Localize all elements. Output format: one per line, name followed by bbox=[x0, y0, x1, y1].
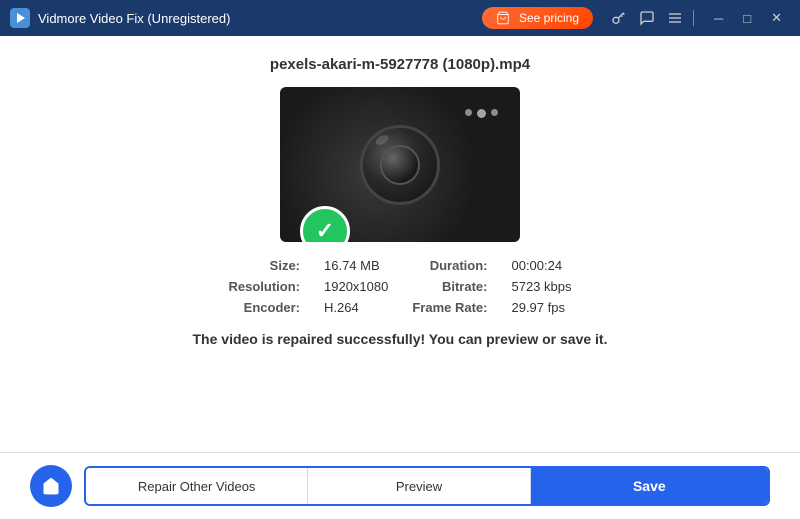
framerate-value: 29.97 fps bbox=[511, 300, 571, 315]
window-controls: ─ □ ✕ bbox=[706, 8, 790, 28]
home-button[interactable] bbox=[30, 465, 72, 507]
key-icon bbox=[611, 10, 627, 26]
video-filename: pexels-akari-m-5927778 (1080p).mp4 bbox=[270, 56, 530, 73]
duration-label: Duration: bbox=[412, 258, 487, 273]
chat-icon-button[interactable] bbox=[633, 6, 661, 30]
lens-inner bbox=[380, 145, 420, 185]
see-pricing-button[interactable]: See pricing bbox=[482, 7, 593, 29]
repair-other-videos-button[interactable]: Repair Other Videos bbox=[86, 468, 308, 504]
maximize-button[interactable]: □ bbox=[735, 9, 759, 28]
resolution-value: 1920x1080 bbox=[324, 279, 388, 294]
encoder-value: H.264 bbox=[324, 300, 388, 315]
framerate-label: Frame Rate: bbox=[412, 300, 487, 315]
menu-icon bbox=[667, 10, 683, 26]
bokeh-dot-1 bbox=[465, 109, 472, 116]
bitrate-label: Bitrate: bbox=[412, 279, 487, 294]
see-pricing-label: See pricing bbox=[519, 11, 579, 25]
minimize-button[interactable]: ─ bbox=[706, 9, 731, 28]
home-icon bbox=[41, 476, 61, 496]
app-title: Vidmore Video Fix (Unregistered) bbox=[38, 11, 482, 26]
size-value: 16.74 MB bbox=[324, 258, 388, 273]
titlebar-separator bbox=[693, 10, 694, 26]
bokeh-dot-2 bbox=[477, 109, 486, 118]
bottom-bar: Repair Other Videos Preview Save bbox=[0, 452, 800, 519]
video-info-grid: Size: 16.74 MB Duration: 00:00:24 Resolu… bbox=[229, 258, 572, 315]
close-button[interactable]: ✕ bbox=[763, 8, 790, 28]
bokeh-dots bbox=[465, 109, 498, 118]
save-button[interactable]: Save bbox=[531, 468, 768, 504]
encoder-label: Encoder: bbox=[229, 300, 301, 315]
titlebar: Vidmore Video Fix (Unregistered) See pri… bbox=[0, 0, 800, 36]
lens-highlight bbox=[374, 133, 390, 147]
main-content: pexels-akari-m-5927778 (1080p).mp4 ✓ Siz… bbox=[0, 36, 800, 452]
bitrate-value: 5723 kbps bbox=[511, 279, 571, 294]
check-icon: ✓ bbox=[316, 220, 334, 242]
action-buttons-group: Repair Other Videos Preview Save bbox=[84, 466, 770, 506]
success-message: The video is repaired successfully! You … bbox=[193, 331, 608, 347]
bokeh-dot-3 bbox=[491, 109, 498, 116]
video-preview: ✓ bbox=[280, 87, 520, 242]
key-icon-button[interactable] bbox=[605, 6, 633, 30]
size-label: Size: bbox=[229, 258, 301, 273]
app-logo bbox=[10, 8, 30, 28]
lens-graphic bbox=[360, 125, 440, 205]
menu-icon-button[interactable] bbox=[661, 6, 689, 30]
resolution-label: Resolution: bbox=[229, 279, 301, 294]
cart-icon bbox=[496, 11, 510, 25]
chat-icon bbox=[639, 10, 655, 26]
duration-value: 00:00:24 bbox=[511, 258, 571, 273]
preview-button[interactable]: Preview bbox=[308, 468, 530, 504]
